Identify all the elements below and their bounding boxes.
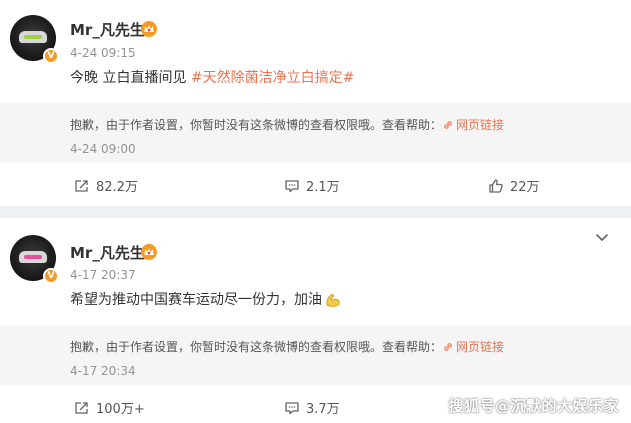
post-time[interactable]: 4-17 20:37 — [70, 268, 136, 282]
post-text: 希望为推动中国赛车运动尽一份力，加油 — [70, 289, 342, 309]
repost-icon — [75, 401, 88, 414]
username[interactable]: Mr_凡先生 — [70, 19, 145, 40]
avatar[interactable]: V — [10, 15, 59, 64]
repost-button[interactable]: 100万+ — [74, 398, 145, 417]
username[interactable]: Mr_凡先生 — [70, 242, 145, 263]
permission-notice-text: 抱歉，由于作者设置，你暂时没有这条微博的查看权限哦。查看帮助： — [70, 340, 443, 354]
post-text: 今晚 立白直播间见 #天然除菌洁净立白搞定# — [70, 67, 354, 87]
help-web-link-label[interactable]: 网页链接 — [456, 118, 504, 132]
permission-notice: 抱歉，由于作者设置，你暂时没有这条微博的查看权限哦。查看帮助： 网页链接 — [70, 116, 504, 133]
like-button[interactable]: 22万 — [488, 176, 540, 195]
link-icon — [444, 121, 452, 129]
comment-count: 3.7万 — [306, 402, 340, 417]
help-web-link[interactable]: 网页链接 — [442, 340, 504, 354]
repost-icon — [75, 179, 88, 192]
flexed-biceps-emoji-icon — [326, 294, 340, 307]
link-icon — [444, 343, 452, 351]
help-web-link-label[interactable]: 网页链接 — [456, 340, 504, 354]
thumbs-up-icon — [489, 178, 503, 193]
comment-icon — [285, 179, 299, 192]
retweet-box: 抱歉，由于作者设置，你暂时没有这条微博的查看权限哦。查看帮助： 网页链接 4-17… — [0, 325, 631, 385]
like-count: 22万 — [510, 180, 540, 195]
avatar[interactable]: V — [10, 235, 59, 284]
post-text-plain: 希望为推动中国赛车运动尽一份力，加油 — [70, 292, 322, 308]
repost-count: 82.2万 — [96, 180, 138, 195]
post-card: V Mr_凡先生 4-17 20:37 希望为推动中国赛车运动尽一份力，加油 抱… — [0, 218, 631, 423]
vip-crown-icon[interactable] — [141, 21, 157, 37]
retweet-time[interactable]: 4-24 09:00 — [70, 142, 136, 156]
comment-count: 2.1万 — [306, 180, 340, 195]
vip-crown-icon[interactable] — [141, 244, 157, 260]
chevron-down-icon[interactable] — [595, 233, 609, 243]
help-web-link[interactable]: 网页链接 — [442, 118, 504, 132]
retweet-time[interactable]: 4-17 20:34 — [70, 364, 136, 378]
post-text-plain: 今晚 立白直播间见 — [70, 70, 191, 86]
post-time[interactable]: 4-24 09:15 — [70, 46, 136, 60]
repost-button[interactable]: 82.2万 — [74, 176, 138, 195]
post-card: V Mr_凡先生 4-24 09:15 今晚 立白直播间见 #天然除菌洁净立白搞… — [0, 0, 631, 206]
hashtag-link[interactable]: #天然除菌洁净立白搞定# — [191, 70, 354, 86]
comment-button[interactable]: 2.1万 — [284, 176, 340, 195]
permission-notice-text: 抱歉，由于作者设置，你暂时没有这条微博的查看权限哦。查看帮助： — [70, 118, 443, 132]
comment-icon — [285, 401, 299, 414]
retweet-box: 抱歉，由于作者设置，你暂时没有这条微博的查看权限哦。查看帮助： 网页链接 4-24… — [0, 103, 631, 163]
permission-notice: 抱歉，由于作者设置，你暂时没有这条微博的查看权限哦。查看帮助： 网页链接 — [70, 338, 504, 355]
comment-button[interactable]: 3.7万 — [284, 398, 340, 417]
repost-count: 100万+ — [96, 402, 145, 417]
verified-badge-icon: V — [43, 48, 59, 64]
watermark: 搜狐号@沉默的大娱乐家 — [448, 397, 619, 415]
verified-badge-icon: V — [43, 268, 59, 284]
